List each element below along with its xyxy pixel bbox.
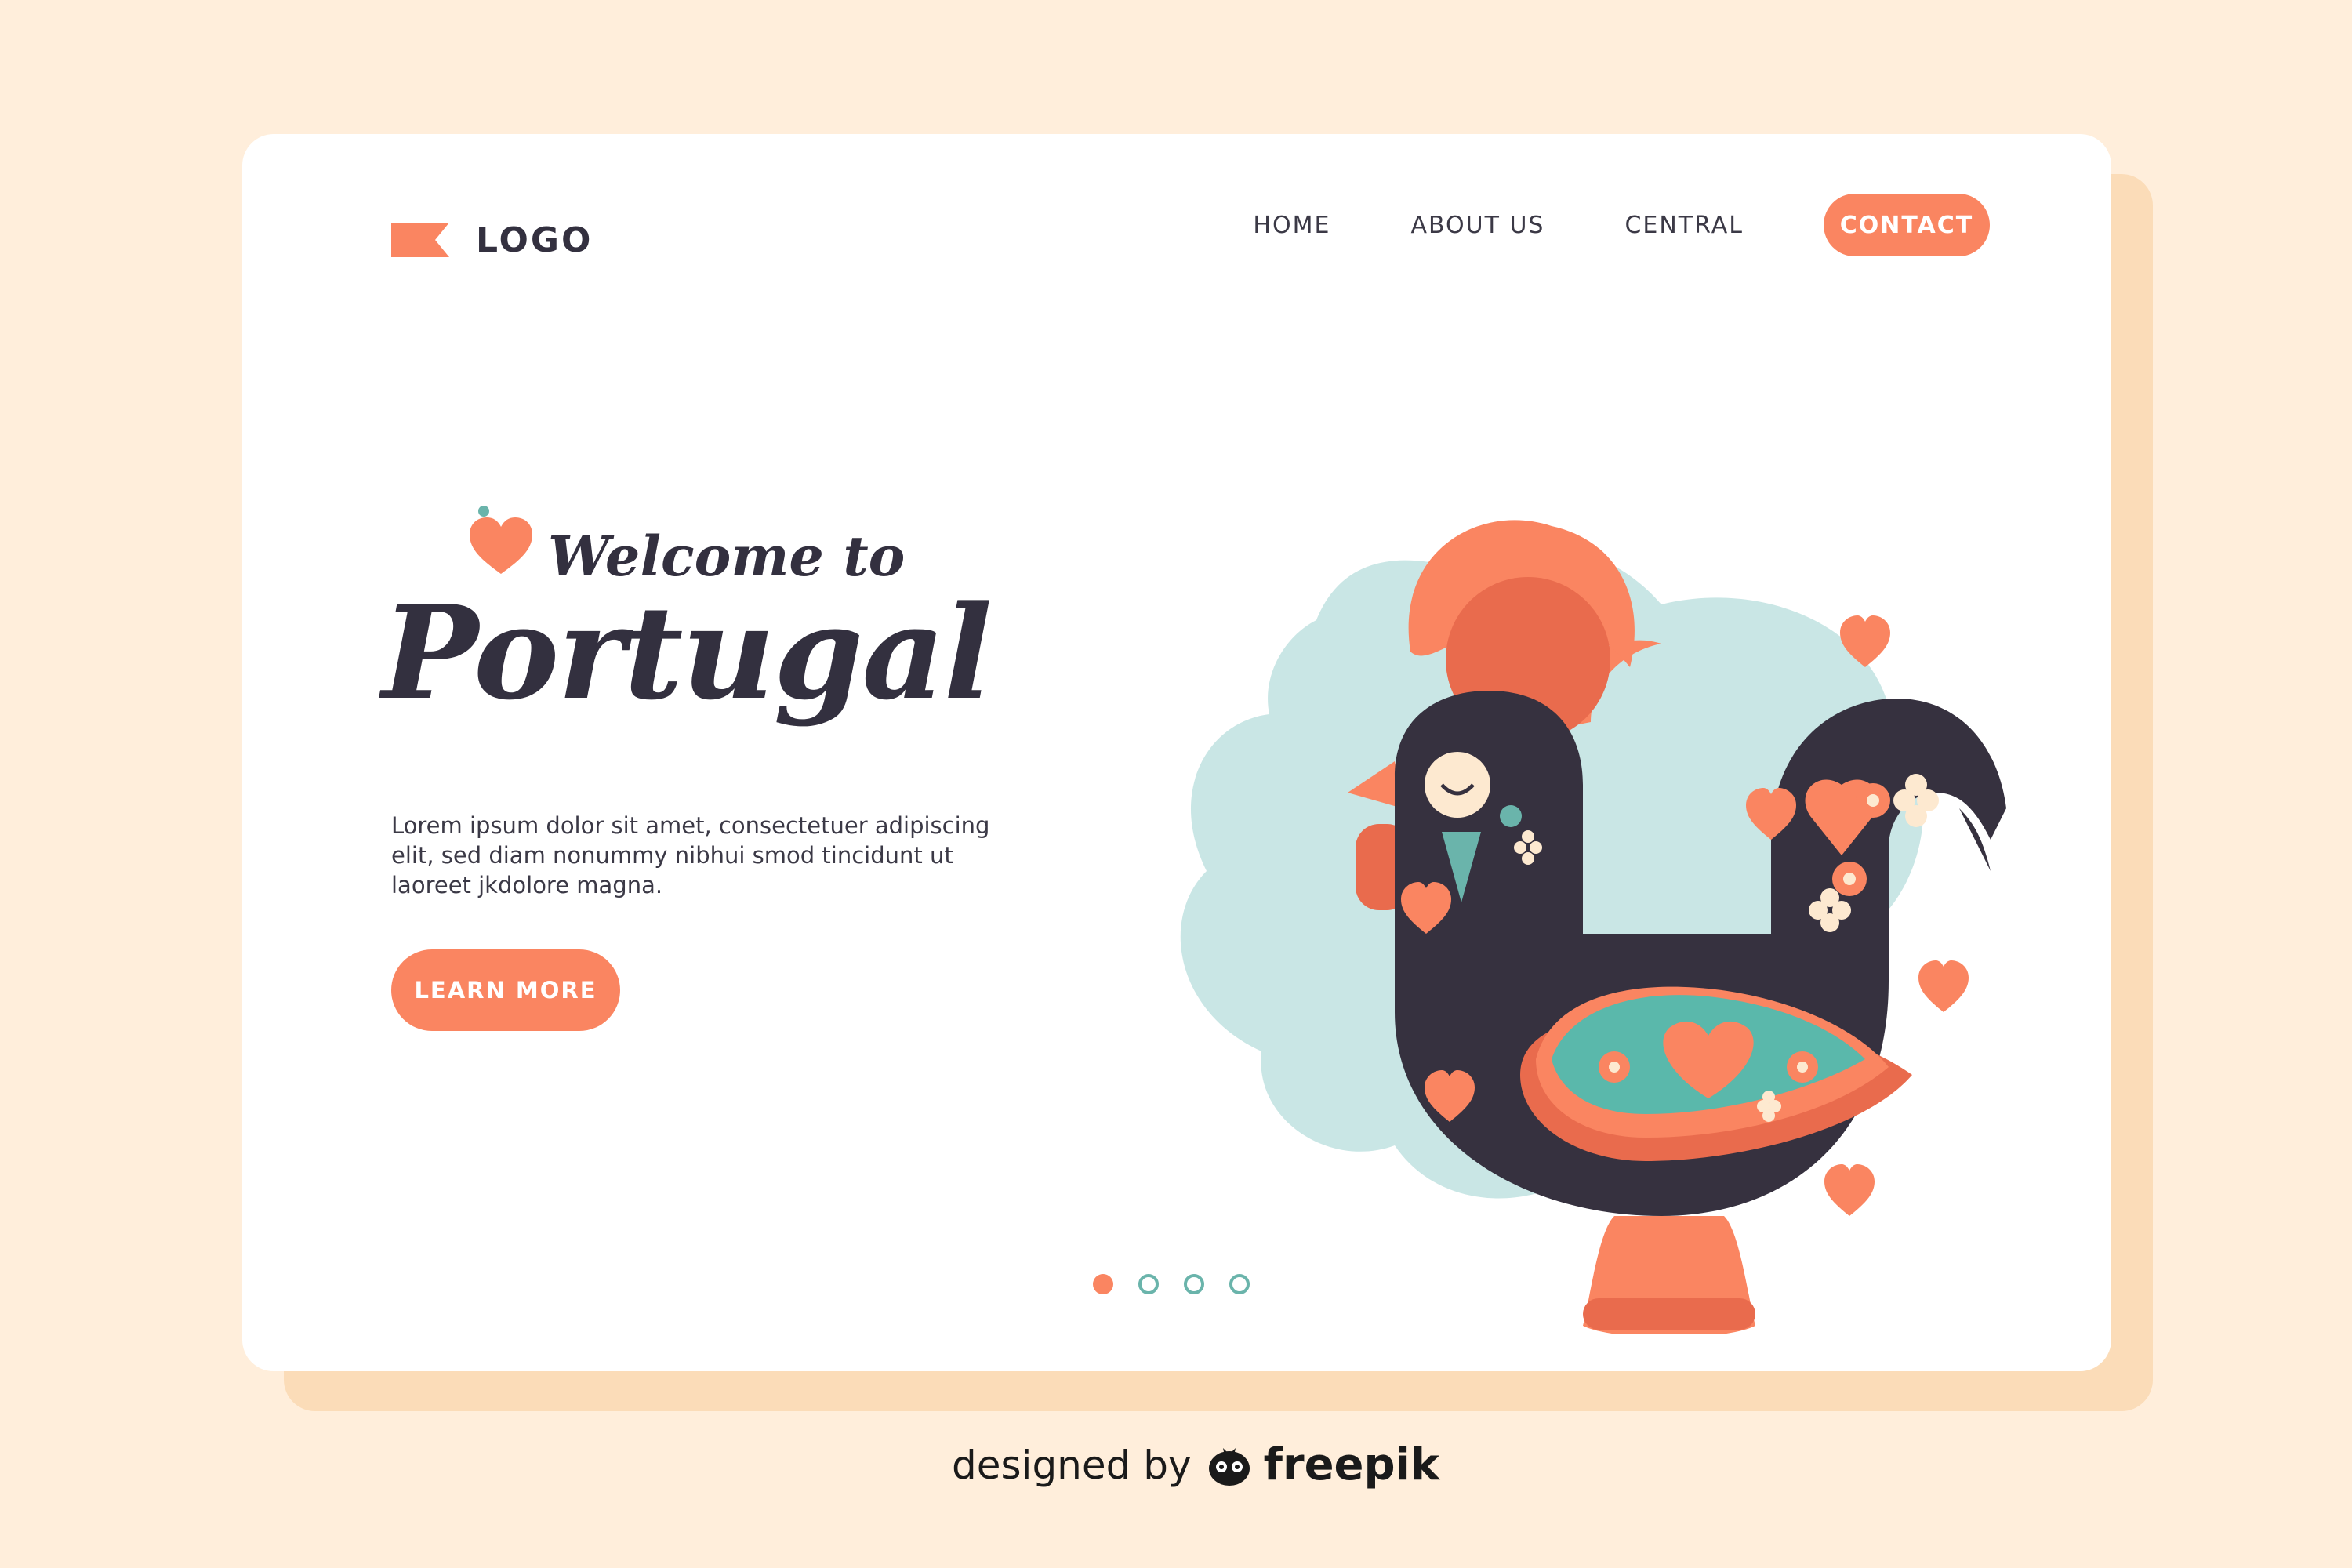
freepik-logo-icon (1208, 1447, 1250, 1486)
page-title: Portugal (382, 577, 993, 728)
main-nav: HOME ABOUT US CENTRAL CONTACT (1253, 194, 1990, 256)
carousel-dot[interactable] (1138, 1274, 1159, 1294)
landing-card: LOGO HOME ABOUT US CENTRAL CONTACT Welco… (242, 134, 2111, 1371)
carousel-dot[interactable] (1093, 1274, 1113, 1294)
credit-prefix: designed by (952, 1442, 1192, 1488)
heart-icon (470, 506, 532, 574)
carousel-dot[interactable] (1184, 1274, 1204, 1294)
credit-brand: freepik (1263, 1439, 1440, 1490)
hero-description: Lorem ipsum dolor sit amet, consectetuer… (391, 812, 990, 898)
learn-more-button[interactable]: LEARN MORE (391, 949, 620, 1031)
nav-about-us[interactable]: ABOUT US (1410, 212, 1544, 239)
rooster-illustration (1180, 520, 2006, 1334)
carousel-indicators (1093, 1274, 1275, 1294)
logo[interactable]: LOGO (391, 220, 593, 260)
carousel-dot[interactable] (1229, 1274, 1250, 1294)
contact-button[interactable]: CONTACT (1824, 194, 1990, 256)
nav-central[interactable]: CENTRAL (1624, 212, 1744, 239)
credit[interactable]: designed by freepik (952, 1439, 1439, 1490)
flag-icon (391, 223, 449, 257)
logo-text: LOGO (476, 220, 593, 260)
nav-home[interactable]: HOME (1253, 212, 1330, 239)
